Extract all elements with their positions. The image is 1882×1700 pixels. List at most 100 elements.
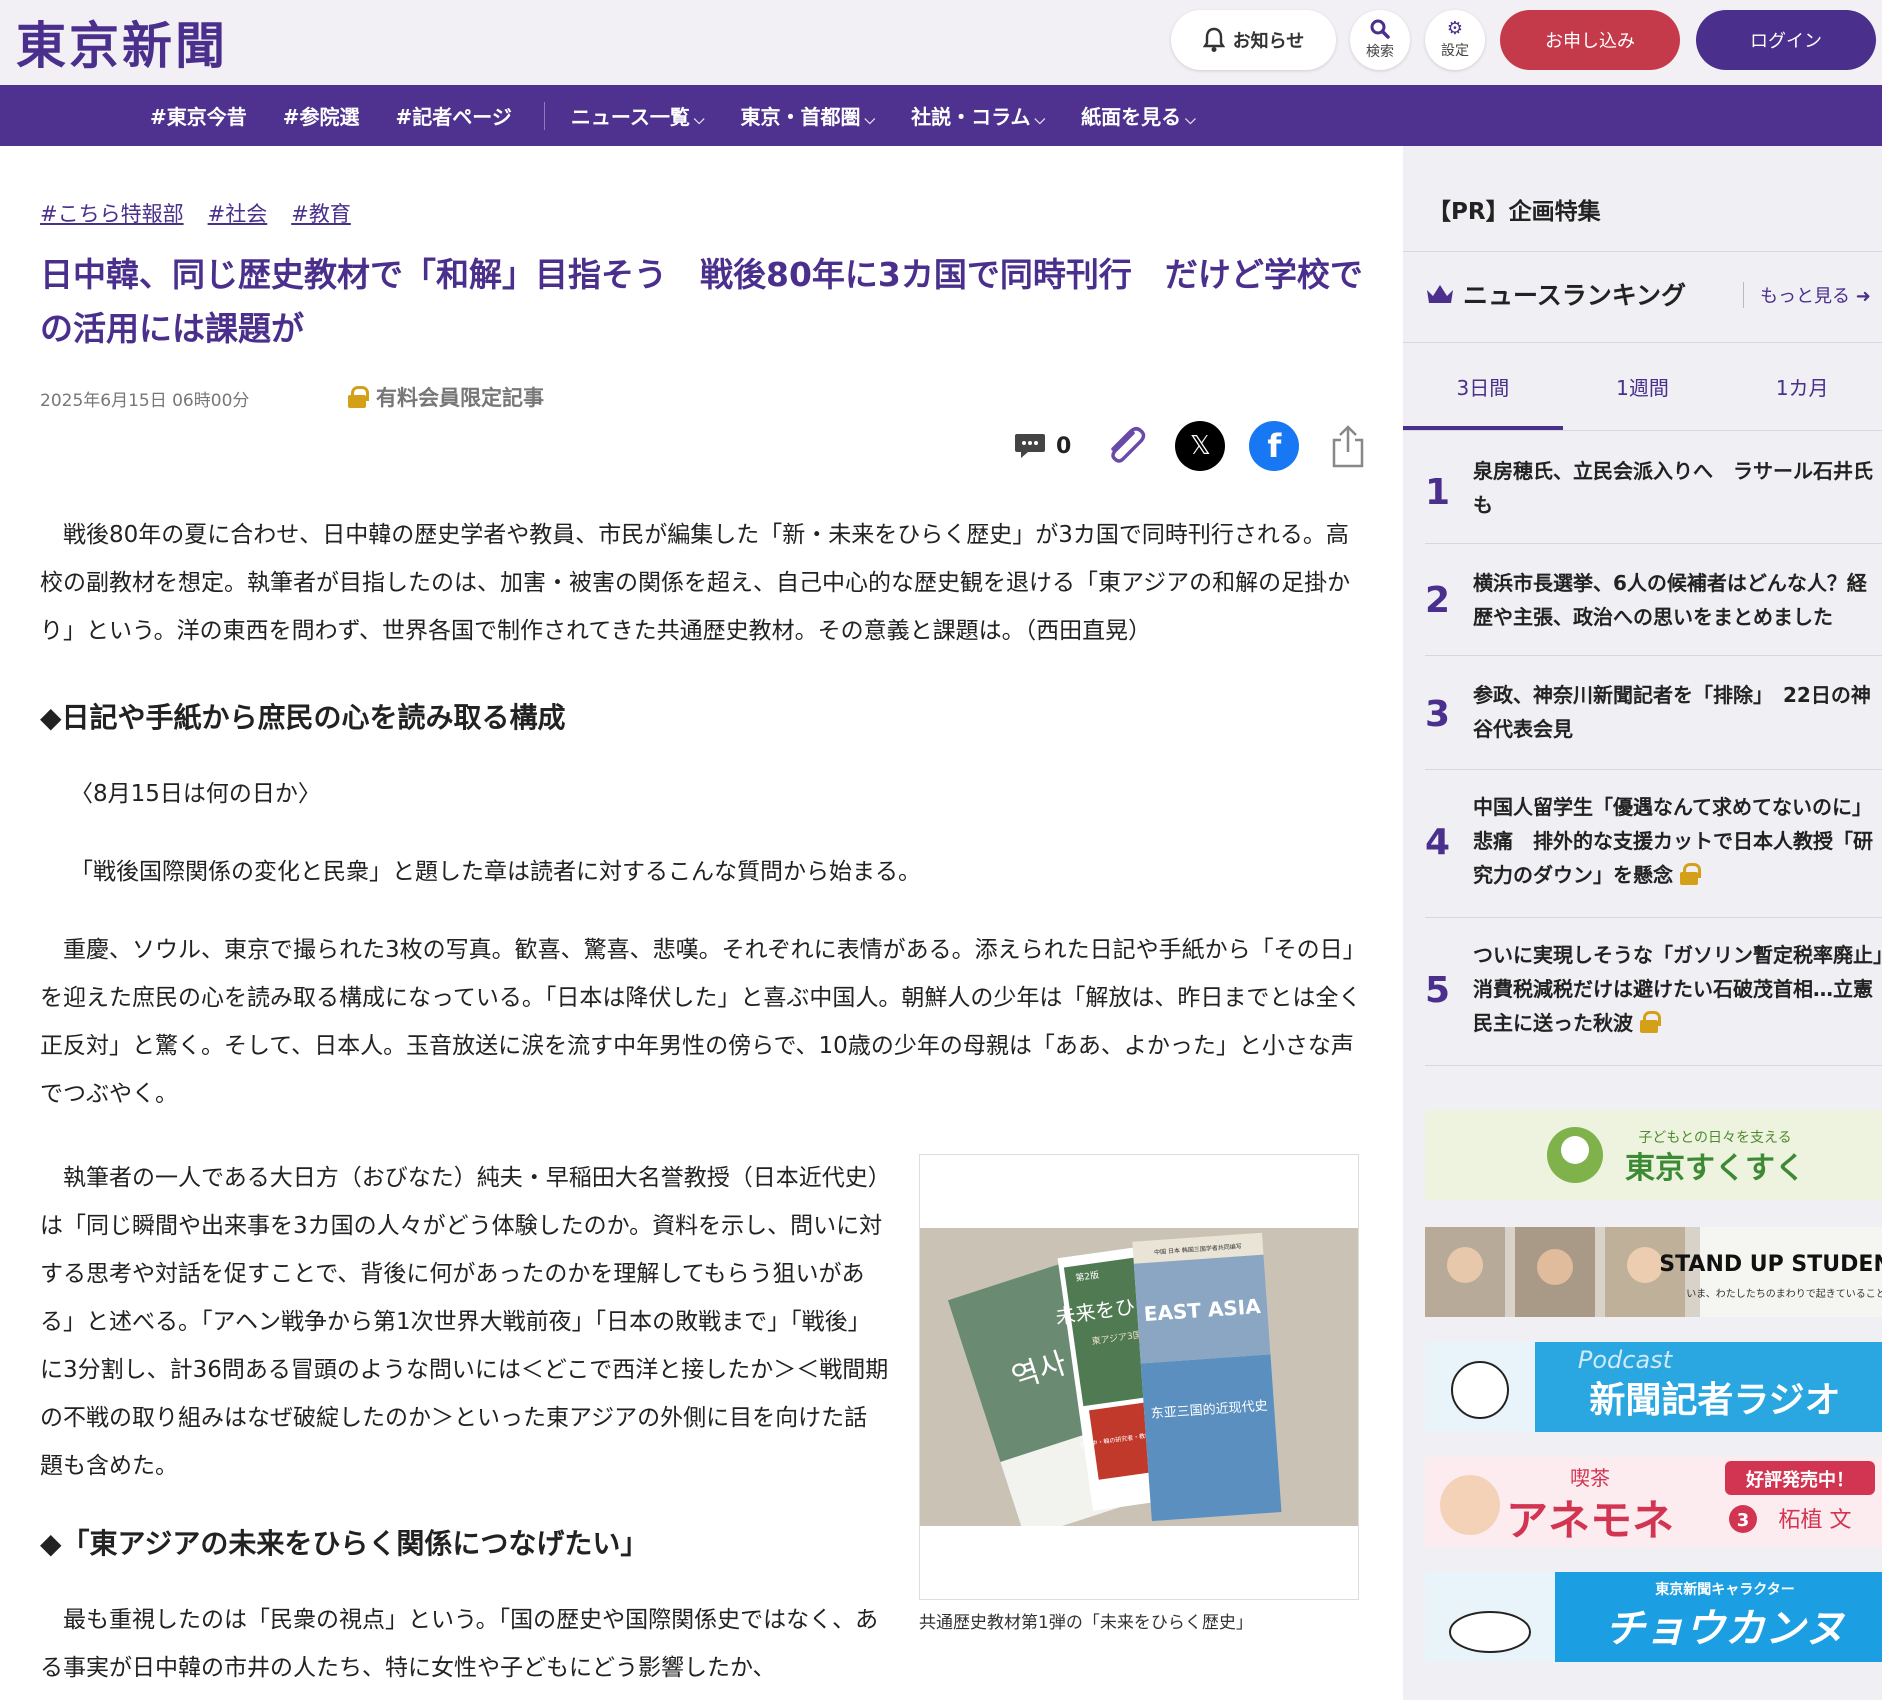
paid-badge: 有料会員限定記事 (348, 382, 544, 412)
article-lead: 戦後80年の夏に合わせ、日中韓の歴史学者や教員、市民が編集した「新・未来をひらく… (40, 522, 1351, 644)
tab-1week[interactable]: 1週間 (1563, 343, 1723, 430)
banner-stand-up-students[interactable]: STAND UP STUDENTS いま、わたしたちのまわりで起きていること。 (1425, 1227, 1882, 1317)
search-label: 検索 (1366, 44, 1394, 60)
settings-button[interactable]: ⚙ 設定 (1425, 10, 1485, 70)
comment-icon (1015, 434, 1045, 458)
bell-icon (1202, 27, 1225, 52)
banner-art: 喫茶 アネモネ 好評発売中！ 3 柘植 文 (1425, 1457, 1882, 1547)
article-paragraph: 執筆者の一人である大日方（おびなた）純夫・早稲田大名誉教授（日本近代史）は「同じ… (40, 1165, 889, 1479)
ranking-tabs: 3日間 1週間 1カ月 (1403, 342, 1882, 430)
rank-number: 2 (1425, 580, 1451, 621)
share-facebook-button[interactable]: f (1249, 421, 1300, 471)
lock-icon (1639, 1011, 1661, 1033)
search-button[interactable]: 検索 (1350, 10, 1410, 70)
banner-big-text: 東京すくすく (1625, 1151, 1805, 1186)
article-photo[interactable]: 역사 第2版 未来をひらく歴史 東アジア3国の近現代史 日・中・韓の研究者・教師… (920, 1228, 1358, 1526)
article-title: 日中韓、同じ歴史教材で「和解」目指そう 戦後80年に3カ国で同時刊行 だけど学校… (40, 255, 1363, 348)
nav-menu-paper[interactable]: 紙面を見る ⌵ (1081, 101, 1196, 130)
nav-divider (543, 101, 545, 130)
banner-art: 東京新聞キャラクター チョウカンヌ (1425, 1572, 1882, 1662)
crown-icon (1427, 285, 1453, 303)
ranking-item[interactable]: 3 参政、神奈川新聞記者を「排除」 22日の神谷代表会見 (1425, 656, 1882, 770)
login-button[interactable]: ログイン (1696, 10, 1876, 70)
banner-big-text: アネモネ (1506, 1496, 1674, 1545)
tag-link[interactable]: #教育 (291, 198, 351, 228)
banner-art: STAND UP STUDENTS いま、わたしたちのまわりで起きていること。 (1425, 1227, 1882, 1317)
share-button[interactable] (1323, 421, 1373, 471)
nav-hashtag-election[interactable]: #参院選 (283, 101, 360, 130)
banner-small-text: 子どもとの日々を支える (1638, 1130, 1791, 1146)
banner-volume: 3 (1737, 1510, 1750, 1531)
banner-top-text: Podcast (1578, 1346, 1674, 1374)
nav-menu-tokyo[interactable]: 東京・首都圏 ⌵ (741, 101, 876, 130)
site-logo[interactable]: 東京新聞 (16, 6, 228, 78)
rank-headline: 中国人留学生「優遇なんて求めてないのに」悲痛 排外的な支援カットで日本人教授「研… (1473, 790, 1882, 892)
books-photo-art: 역사 第2版 未来をひらく歴史 東アジア3国の近現代史 日・中・韓の研究者・教師… (920, 1228, 1358, 1526)
section-heading: ◆「東アジアの未来をひらく関係につなげたい」 (40, 1527, 649, 1560)
sidebar: 【PR】企画特集 ニュースランキング もっと見る ➜ 3日間 1週間 1カ月 1… (1403, 146, 1882, 1700)
x-logo-icon: 𝕏 (1189, 431, 1211, 461)
pr-section-title[interactable]: 【PR】企画特集 (1403, 146, 1882, 252)
tag-link[interactable]: #社会 (208, 198, 268, 228)
more-label: もっと見る (1760, 286, 1850, 307)
nav-menu-editorial[interactable]: 社説・コラム ⌵ (911, 101, 1045, 130)
rank-headline: 泉房穂氏、立民会派入りへ ラサール石井氏も (1473, 459, 1873, 517)
chevron-down-icon: ⌵ (693, 112, 705, 128)
ranking-more-link[interactable]: もっと見る ➜ (1743, 282, 1871, 308)
banner-tokyo-sukusuku[interactable]: 子どもとの日々を支える 東京すくすく (1425, 1110, 1882, 1200)
tabs-divider (1403, 430, 1882, 431)
nav-menu-label: 東京・首都圏 (740, 105, 861, 129)
lock-icon (1679, 863, 1701, 885)
banner-big-text: チョウカンヌ (1605, 1606, 1846, 1652)
tab-3days[interactable]: 3日間 (1403, 343, 1563, 430)
rank-headline-text: ついに実現しそうな「ガソリン暫定税率廃止」 消費税減税だけは避けたい石破茂首相…… (1473, 943, 1882, 1035)
banner-art: 子どもとの日々を支える 東京すくすく (1425, 1110, 1882, 1200)
facebook-logo-icon: f (1267, 427, 1282, 465)
chevron-down-icon: ⌵ (1034, 112, 1046, 128)
banner-small-text: いま、わたしたちのまわりで起きていること。 (1686, 1288, 1882, 1300)
tag-link[interactable]: #こちら特報部 (40, 198, 184, 228)
lock-icon (348, 386, 369, 408)
nav-hashtag-tokyo-konjaku[interactable]: #東京今昔 (150, 101, 247, 130)
notice-button[interactable]: お知らせ (1171, 10, 1336, 70)
settings-label: 設定 (1441, 43, 1469, 59)
ranking-item[interactable]: 4 中国人留学生「優遇なんて求めてないのに」悲痛 排外的な支援カットで日本人教授… (1425, 770, 1882, 918)
ranking-item[interactable]: 1 泉房穂氏、立民会派入りへ ラサール石井氏も (1425, 436, 1882, 544)
nav-menu-label: 社説・コラム (911, 105, 1031, 129)
banner-small-text: 喫茶 (1570, 1466, 1610, 1490)
banner-big-text: STAND UP STUDENTS (1659, 1252, 1882, 1277)
banner-kissa-anemone[interactable]: 喫茶 アネモネ 好評発売中！ 3 柘植 文 (1425, 1457, 1882, 1547)
site-header: 東京新聞 お知らせ 検索 ⚙ 設定 お申し込み ログイン (0, 0, 1882, 85)
banner-reporter-radio[interactable]: Podcast 新聞記者ラジオ (1425, 1342, 1882, 1432)
banner-art: Podcast 新聞記者ラジオ (1425, 1342, 1882, 1432)
nav-menu-news-list[interactable]: ニュース一覧 ⌵ (571, 101, 705, 130)
section-heading: ◆日記や手紙から庶民の心を読み取る構成 (40, 701, 566, 734)
banner-choukanu[interactable]: 東京新聞キャラクター チョウカンヌ (1425, 1572, 1882, 1662)
nav-hashtag-reporter-page[interactable]: #記者ページ (396, 101, 512, 130)
paperclip-icon (1111, 427, 1146, 463)
notice-label: お知らせ (1232, 31, 1305, 52)
comment-button[interactable]: 0 (1014, 432, 1071, 460)
share-x-button[interactable]: 𝕏 (1175, 421, 1226, 471)
banner-author: 柘植 文 (1779, 1508, 1852, 1533)
arrow-right-icon: ➜ (1855, 286, 1871, 307)
banner-big-text: 新聞記者ラジオ (1589, 1380, 1840, 1421)
share-bar: 0 𝕏 f (1014, 416, 1397, 476)
article-paragraph: 重慶、ソウル、東京で撮られた3枚の写真。歓喜、驚喜、悲嘆。それぞれに表情がある。… (40, 937, 1362, 1107)
rank-number: 1 (1425, 472, 1451, 513)
tab-1month[interactable]: 1カ月 (1722, 343, 1882, 430)
article-figure: 역사 第2版 未来をひらく歴史 東アジア3国の近現代史 日・中・韓の研究者・教師… (919, 1154, 1359, 1600)
rank-headline: 参政、神奈川新聞記者を「排除」 22日の神谷代表会見 (1473, 683, 1871, 741)
article-quote: 〈8月15日は何の日か〉 (70, 781, 321, 807)
copy-link-button[interactable] (1101, 421, 1151, 471)
ranking-item[interactable]: 2 横浜市長選挙、6人の候補者はどんな人？経歴や主張、政治への思いをまとめました (1425, 544, 1882, 656)
ranking-item[interactable]: 5 ついに実現しそうな「ガソリン暫定税率廃止」 消費税減税だけは避けたい石破茂首… (1425, 918, 1882, 1066)
rank-headline: ついに実現しそうな「ガソリン暫定税率廃止」 消費税減税だけは避けたい石破茂首相…… (1473, 938, 1882, 1040)
chevron-down-icon: ⌵ (1185, 112, 1196, 128)
nav-menu-label: ニュース一覧 (570, 105, 690, 129)
article-paragraph: 最も重視したのは「民衆の視点」という。「国の歴史や国際関係史ではなく、ある事実が… (40, 1607, 879, 1681)
apply-button[interactable]: お申し込み (1500, 10, 1680, 70)
rank-number: 3 (1425, 694, 1451, 735)
nav-menu-label: 紙面を見る (1081, 105, 1182, 129)
rank-headline: 横浜市長選挙、6人の候補者はどんな人？経歴や主張、政治への思いをまとめました (1473, 571, 1867, 629)
